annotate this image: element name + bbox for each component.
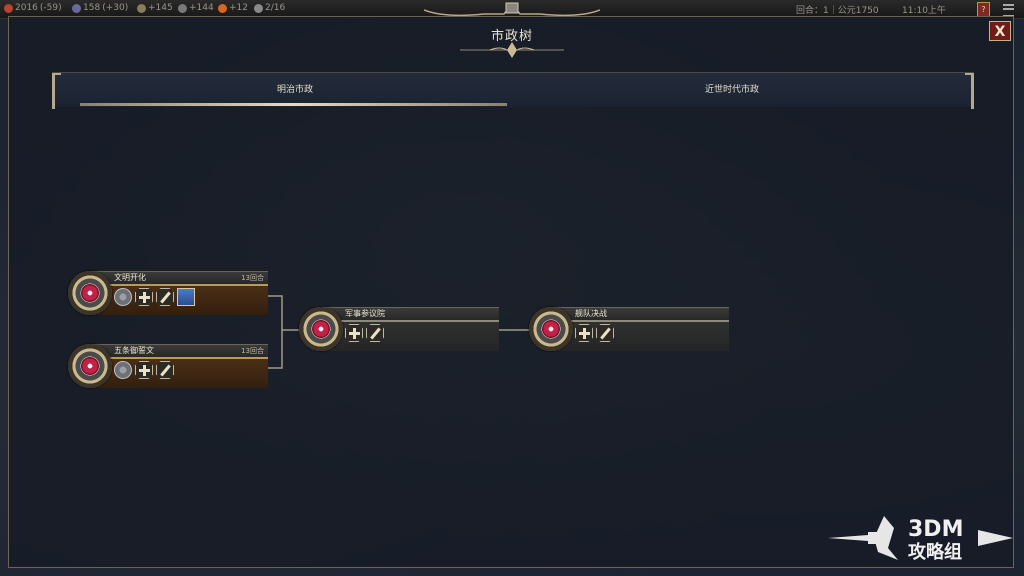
civic-node-military-council[interactable]: 军事参议院	[299, 307, 499, 351]
3dm-watermark-logo: 3DM 攻略组	[828, 516, 1013, 563]
civic-node-civilization-enlightenment[interactable]: 文明开化 13回合	[68, 271, 268, 315]
civic-node-decisive-fleet-battle[interactable]: 舰队决战	[529, 307, 729, 351]
civic-turns: 13回合	[241, 274, 264, 282]
gear-icon[interactable]	[114, 361, 132, 379]
civic-medallion-icon	[68, 344, 112, 388]
plus-icon[interactable]	[575, 324, 593, 342]
plus-icon[interactable]	[135, 361, 153, 379]
pen-icon[interactable]	[366, 324, 384, 342]
pen-icon[interactable]	[156, 361, 174, 379]
civic-turns: 13回合	[241, 347, 264, 355]
gear-icon[interactable]	[114, 288, 132, 306]
civic-name: 舰队决战	[575, 309, 607, 318]
watermark-text-team: 攻略组	[908, 541, 962, 563]
civic-medallion-icon	[299, 307, 343, 351]
pen-icon[interactable]	[156, 288, 174, 306]
civic-name: 军事参议院	[345, 309, 385, 318]
plus-icon[interactable]	[345, 324, 363, 342]
civic-name: 文明开化	[114, 273, 146, 282]
civic-medallion-icon	[529, 307, 573, 351]
plus-icon[interactable]	[135, 288, 153, 306]
civic-node-charter-oath[interactable]: 五条御誓文 13回合	[68, 344, 268, 388]
civic-medallion-icon	[68, 271, 112, 315]
watermark-text-3dm: 3DM	[908, 517, 963, 542]
pen-icon[interactable]	[596, 324, 614, 342]
civic-name: 五条御誓文	[114, 346, 154, 355]
card-icon[interactable]	[177, 288, 195, 306]
